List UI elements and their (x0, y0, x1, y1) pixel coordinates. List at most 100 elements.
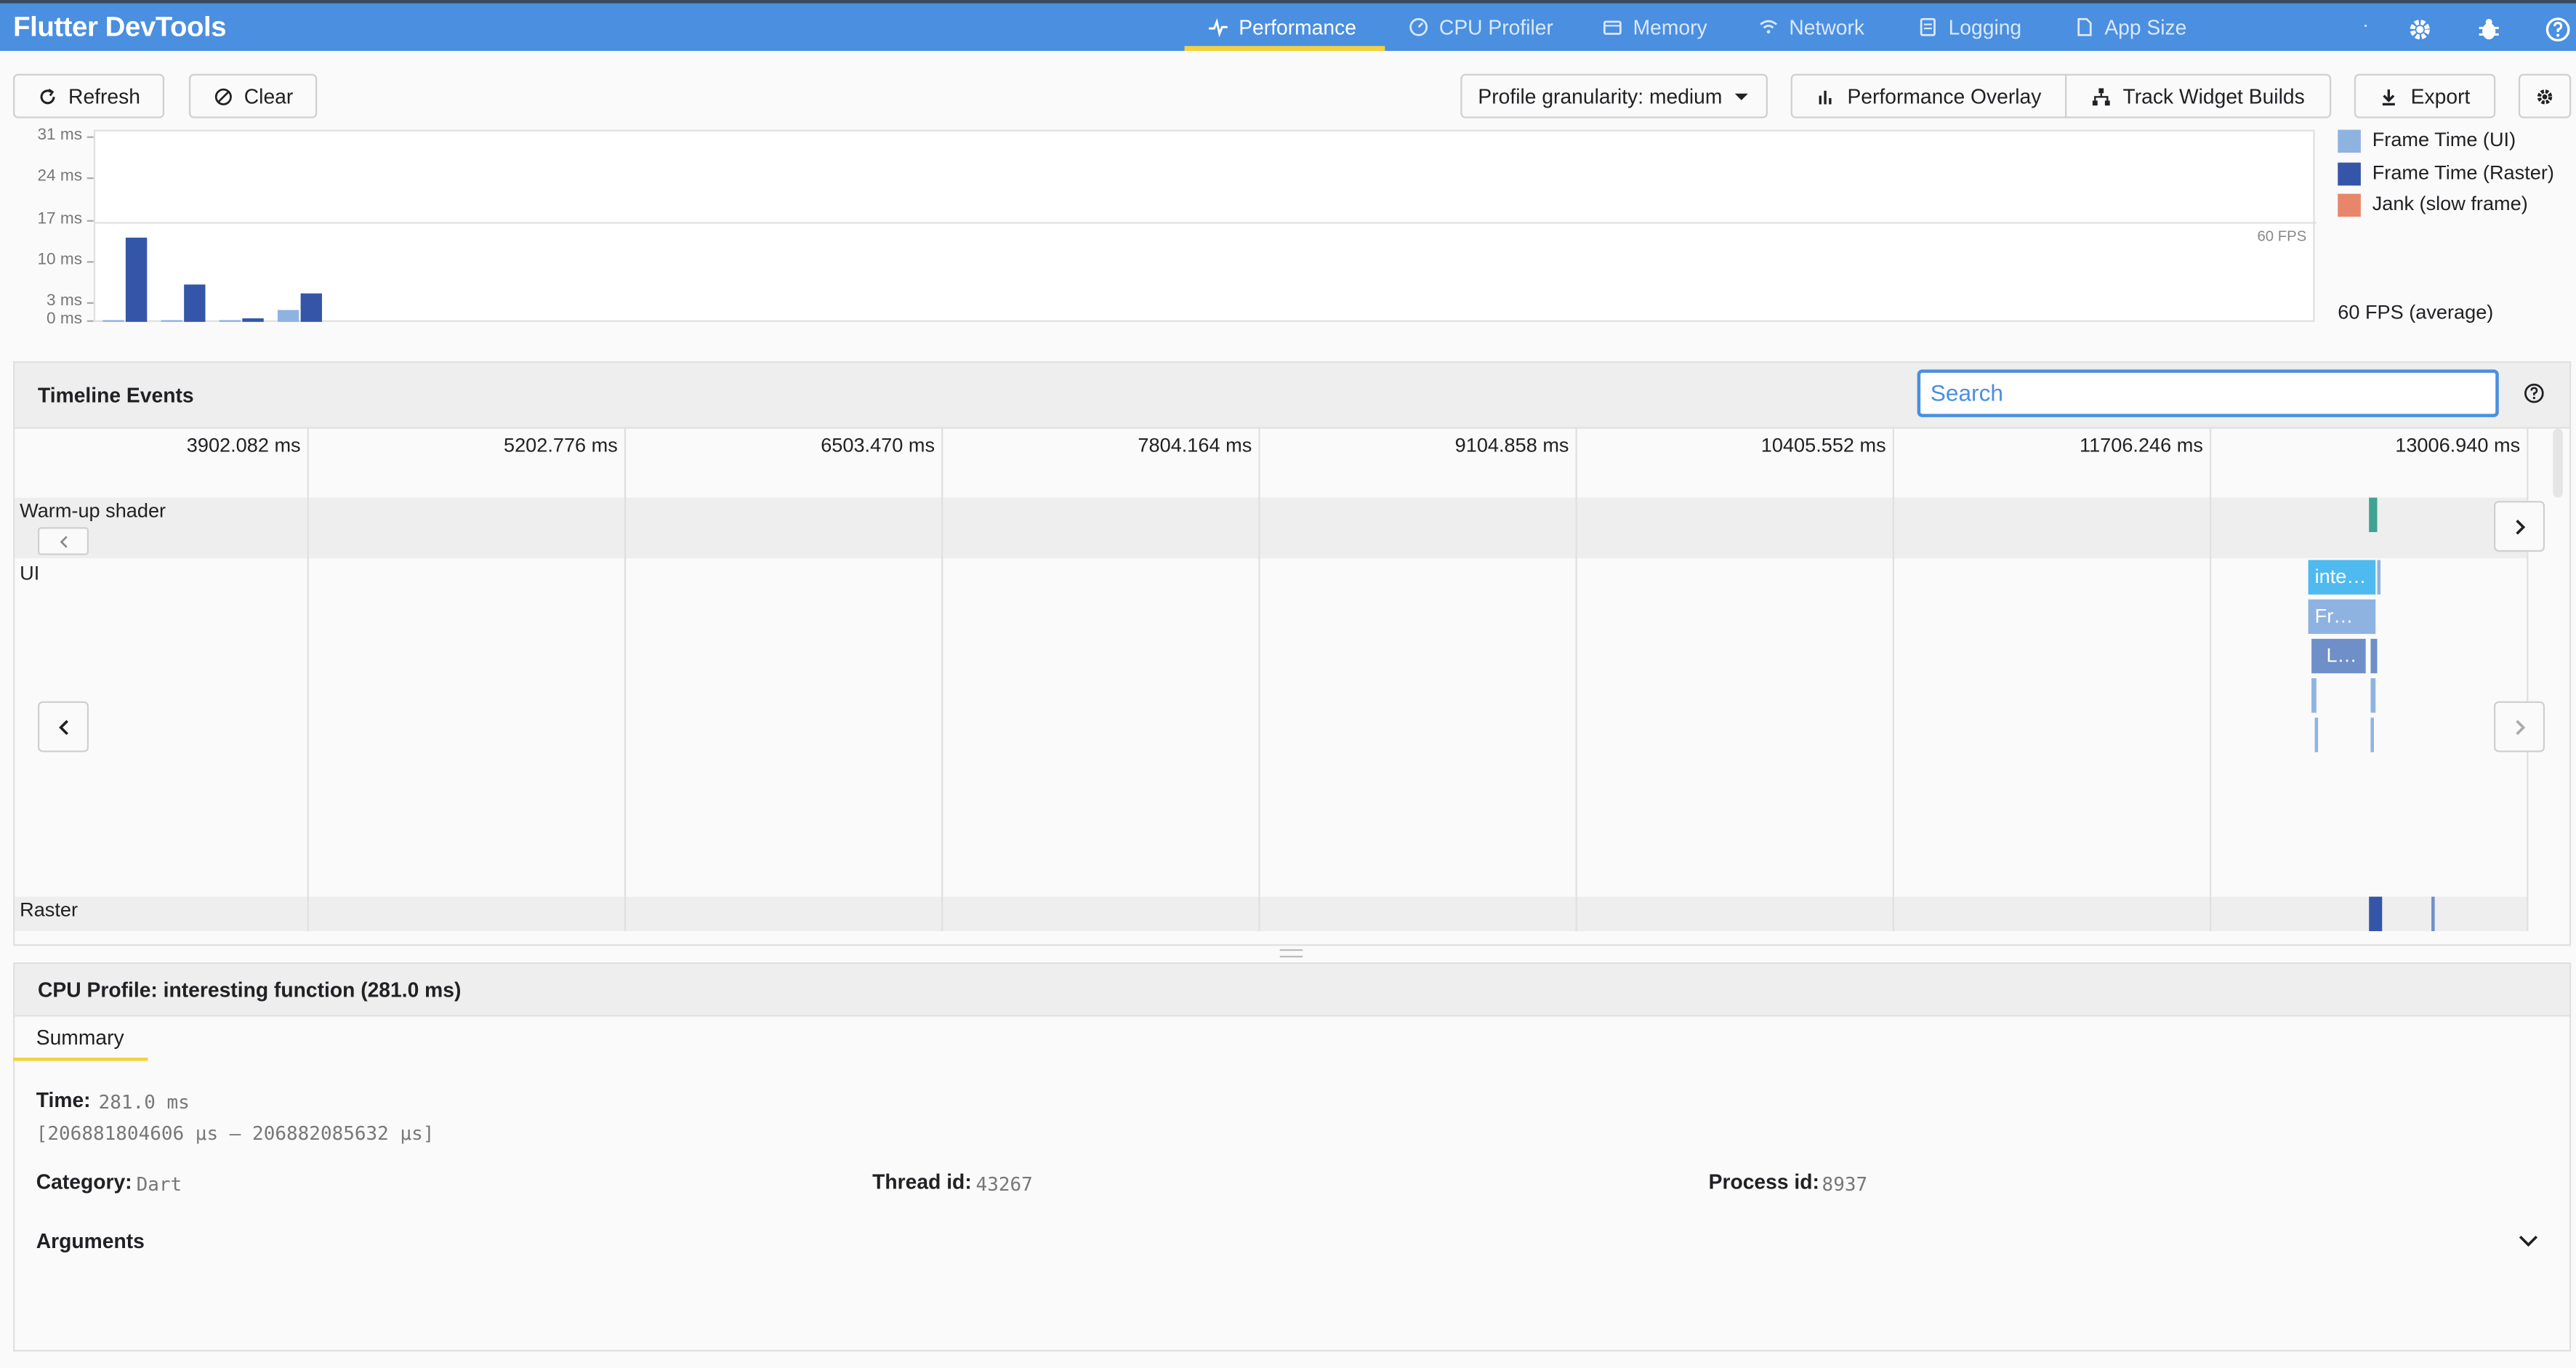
tab-label: Network (1789, 15, 1864, 39)
frame-bar-raster[interactable] (300, 293, 322, 322)
timeline-scrollbar[interactable] (2553, 428, 2563, 498)
tab-network[interactable]: Network (1758, 4, 1864, 52)
bug-icon[interactable] (2476, 17, 2502, 43)
devtools-window: Flutter DevTools Performance CPU Profile… (0, 0, 2576, 1368)
timeline-search-input[interactable]: Search (1917, 369, 2499, 417)
refresh-label: Refresh (68, 84, 140, 108)
overlay-label: Performance Overlay (1847, 84, 2042, 108)
grid-line (1892, 427, 1895, 932)
tab-summary[interactable]: Summary (36, 1026, 124, 1050)
time-tick: 9104.858 ms (1454, 433, 1569, 457)
performance-overlay-button[interactable]: Performance Overlay (1790, 73, 2067, 118)
download-icon (2383, 89, 2396, 105)
help-icon[interactable] (2524, 382, 2545, 403)
app-title: Flutter DevTools (13, 11, 227, 43)
warmup-event[interactable] (2369, 497, 2378, 533)
process-id-value: 8937 (1822, 1172, 1868, 1196)
time-tick: 3902.082 ms (186, 433, 301, 457)
scroll-left-button[interactable] (37, 701, 89, 752)
timeline-event-sliver[interactable] (2311, 678, 2317, 713)
tab-logging[interactable]: Logging (1917, 4, 2022, 52)
time-tick: 10405.552 ms (1760, 433, 1886, 457)
frames-chart[interactable]: 60 FPS (93, 129, 2317, 322)
arguments-label[interactable]: Arguments (36, 1230, 145, 1253)
tab-app-size[interactable]: App Size (2073, 4, 2186, 52)
y-tick-label: 10 ms (37, 251, 83, 270)
y-tick-label: 0 ms (47, 310, 83, 329)
status-dot: · (2362, 13, 2370, 36)
fps-target-label: 60 FPS (2258, 228, 2307, 244)
y-tick-label: 17 ms (37, 209, 83, 228)
track-builds-label: Track Widget Builds (2122, 84, 2305, 108)
thread-id-value: 43267 (975, 1172, 1033, 1196)
block-icon (214, 87, 231, 105)
grid-line (1258, 427, 1260, 932)
raster-event[interactable] (2369, 896, 2383, 932)
scroll-left-small-button[interactable] (37, 527, 89, 555)
frame-bar-ui[interactable] (102, 320, 124, 322)
export-button[interactable]: Export (2354, 73, 2496, 118)
y-tick-label: 31 ms (37, 126, 83, 145)
frame-bar-raster[interactable] (125, 237, 148, 322)
legend-swatch (2338, 161, 2361, 185)
tab-label: CPU Profiler (1438, 15, 1553, 39)
process-id-label: Process id: (1708, 1170, 1819, 1194)
memory-icon (1603, 20, 1622, 35)
refresh-button[interactable]: Refresh (13, 73, 165, 118)
chevron-down-icon[interactable] (2519, 1234, 2538, 1248)
timeline-event-sliver[interactable] (2314, 717, 2319, 752)
grid-line (2209, 427, 2212, 932)
tab-performance[interactable]: Performance (1207, 4, 1356, 52)
pulse-icon (1209, 17, 1228, 38)
track-widget-builds-button[interactable]: Track Widget Builds (2065, 73, 2332, 118)
frame-bar-raster[interactable] (184, 284, 206, 322)
y-tick-mark (86, 302, 94, 305)
timeline-event[interactable]: L… (2311, 638, 2366, 674)
timeline-event-sliver[interactable] (2370, 678, 2376, 713)
timeline-event-sliver[interactable] (2377, 560, 2381, 595)
clear-label: Clear (243, 84, 294, 108)
timeline-event-sliver[interactable] (2370, 717, 2374, 752)
details-title: CPU Profile: interesting function (281.0… (37, 978, 462, 1002)
profile-granularity-dropdown[interactable]: Profile granularity: medium (1460, 73, 1768, 118)
chevron-right-icon (2515, 518, 2525, 534)
scroll-right-button[interactable] (2493, 501, 2545, 552)
grid-line (941, 427, 943, 932)
clear-button[interactable]: Clear (188, 73, 318, 118)
scroll-right-disabled-button[interactable] (2493, 701, 2545, 752)
raster-event-sliver[interactable] (2431, 896, 2435, 932)
tab-label: Logging (1948, 15, 2022, 39)
frame-bar-ui[interactable] (161, 320, 182, 322)
frame-bar-raster[interactable] (242, 318, 264, 322)
settings-button[interactable] (2518, 73, 2572, 118)
widget-tree-icon (2093, 87, 2111, 105)
app-bar: Flutter DevTools Performance CPU Profile… (0, 0, 2576, 52)
timeline-event-sliver[interactable] (2370, 638, 2378, 674)
legend-swatch (2338, 193, 2361, 217)
settings-icon[interactable] (2407, 17, 2433, 43)
time-tick: 13006.940 ms (2395, 433, 2521, 457)
chevron-left-icon (57, 719, 68, 735)
time-tick: 6503.470 ms (821, 433, 935, 457)
grid-line (624, 427, 627, 932)
time-tick: 5202.776 ms (503, 433, 618, 457)
refresh-icon (39, 87, 55, 104)
frame-bar-ui[interactable] (277, 310, 299, 322)
chevron-left-icon (59, 535, 67, 547)
legend-label: Frame Time (UI) (2372, 128, 2516, 151)
tab-memory[interactable]: Memory (1602, 4, 1707, 52)
category-label: Category: (36, 1170, 132, 1194)
average-fps: 60 FPS (average) (2338, 300, 2494, 324)
help-icon[interactable] (2545, 17, 2571, 43)
details-header: CPU Profile: interesting function (281.0… (15, 964, 2569, 1017)
timeline-event[interactable]: Fr… (2308, 599, 2376, 635)
grid-line (1575, 427, 1577, 932)
bar-chart-icon (1819, 89, 1832, 104)
legend-swatch (2338, 129, 2361, 153)
timeline-event[interactable]: inte… (2308, 560, 2376, 595)
tab-cpu-profiler[interactable]: CPU Profiler (1408, 4, 1553, 52)
lane-label-warmup: Warm-up shader (20, 499, 166, 523)
resize-handle[interactable] (1279, 949, 1303, 958)
time-range: [206881804606 μs — 206882085632 μs] (36, 1122, 435, 1145)
frame-bar-ui[interactable] (219, 320, 241, 322)
